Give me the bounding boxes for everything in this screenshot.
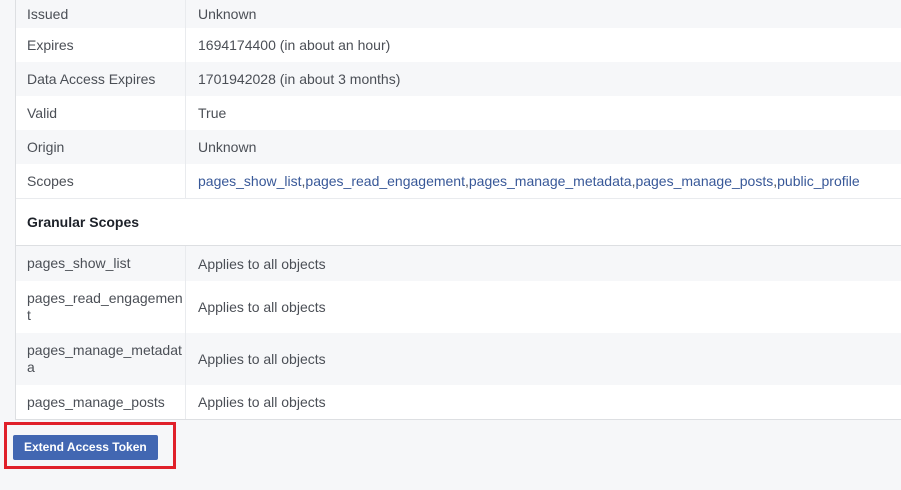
row-label: Valid <box>16 96 186 130</box>
row-label: Data Access Expires <box>16 62 186 96</box>
granular-scope-name: pages_manage_posts <box>16 385 186 419</box>
granular-scope-target: Applies to all objects <box>198 394 326 410</box>
row-label: Scopes <box>16 164 186 198</box>
granular-scope-name: pages_show_list <box>16 246 186 281</box>
scope-link[interactable]: pages_show_list <box>198 173 302 189</box>
scopes-list: pages_show_list, pages_read_engagement, … <box>186 164 901 198</box>
row-label: Origin <box>16 130 186 164</box>
info-row-data-access-expires: Data Access Expires 1701942028 (in about… <box>16 62 901 96</box>
scope-link[interactable]: pages_manage_metadata <box>469 173 632 189</box>
granular-scope-name: pages_read_engagement <box>16 281 186 333</box>
scope-link[interactable]: pages_read_engagement <box>305 173 465 189</box>
granular-scope-target: Applies to all objects <box>198 351 326 367</box>
scope-link[interactable]: pages_manage_posts <box>635 173 773 189</box>
granular-row-pages-manage-metadata: pages_manage_metadata Applies to all obj… <box>16 333 901 385</box>
granular-row-pages-show-list: pages_show_list Applies to all objects <box>16 246 901 281</box>
granular-scope-target: Applies to all objects <box>198 255 326 272</box>
granular-row-pages-read-engagement: pages_read_engagement Applies to all obj… <box>16 281 901 333</box>
granular-row-pages-manage-posts: pages_manage_posts Applies to all object… <box>16 385 901 419</box>
token-info-panel: Issued Unknown Expires 1694174400 (in ab… <box>15 0 901 420</box>
granular-scope-name: pages_manage_metadata <box>16 333 186 385</box>
row-value: 1701942028 (in about 3 months) <box>198 71 401 87</box>
info-row-expires: Expires 1694174400 (in about an hour) <box>16 28 901 62</box>
granular-scope-target: Applies to all objects <box>198 299 326 315</box>
row-label: Issued <box>16 0 186 28</box>
footer-band <box>0 471 901 490</box>
granular-scopes-title: Granular Scopes <box>16 198 901 246</box>
info-row-origin: Origin Unknown <box>16 130 901 164</box>
row-value: True <box>198 105 227 121</box>
info-row-issued: Issued Unknown <box>16 0 901 28</box>
row-label: Expires <box>16 28 186 62</box>
row-value: Unknown <box>198 139 257 155</box>
extend-access-token-button[interactable]: Extend Access Token <box>13 435 158 460</box>
info-row-valid: Valid True <box>16 96 901 130</box>
row-value: Unknown <box>198 6 257 22</box>
info-row-scopes: Scopes pages_show_list, pages_read_engag… <box>16 164 901 198</box>
row-value: 1694174400 (in about an hour) <box>198 37 391 53</box>
scope-link[interactable]: public_profile <box>777 173 860 189</box>
